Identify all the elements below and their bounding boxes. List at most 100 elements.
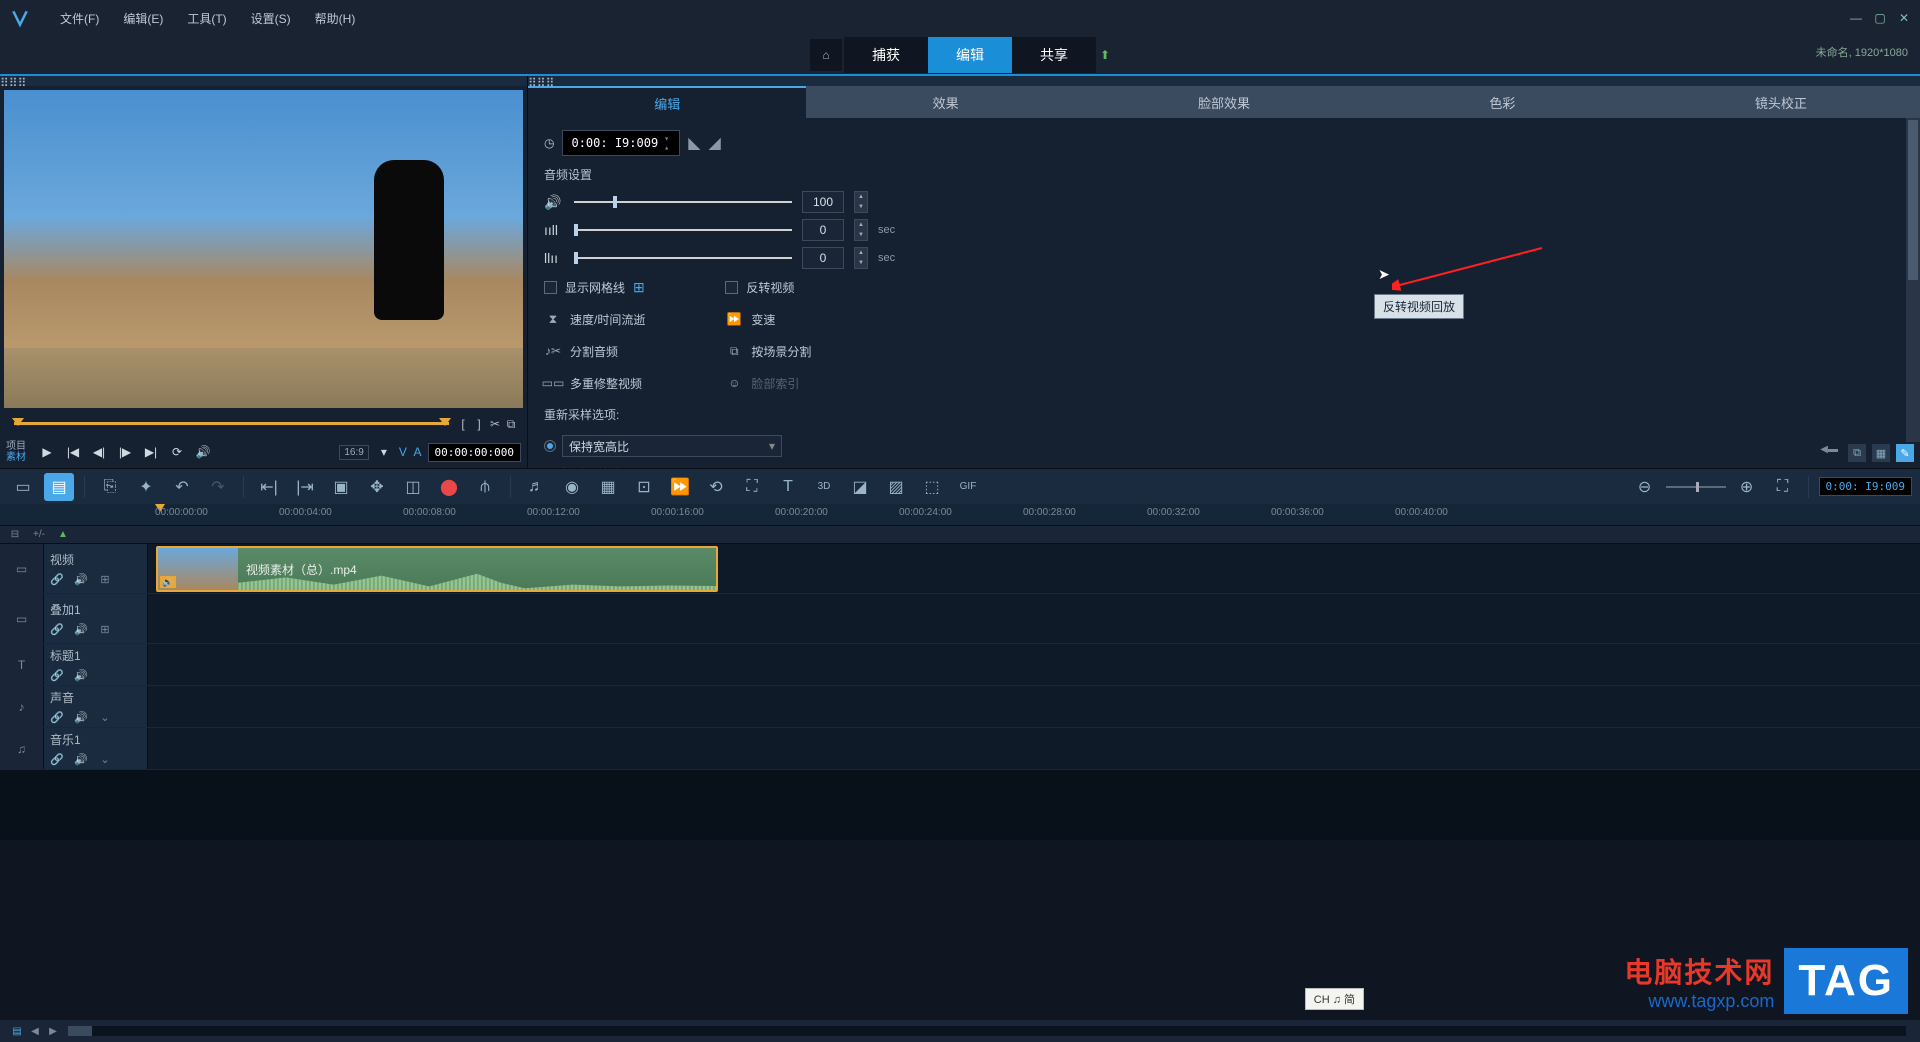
mark-in-button[interactable]: [ [455,416,471,432]
tool-record[interactable]: ⬤ [434,473,464,501]
tool-track-transp[interactable]: ▦ [593,473,623,501]
expand-left-icon[interactable]: ◀▬ [1820,444,1838,462]
track-link-icon[interactable]: 🔗 [50,622,64,636]
track-icon-title[interactable]: T [0,644,44,685]
menu-settings[interactable]: 设置(S) [239,10,303,27]
keep-aspect-dropdown[interactable]: 保持宽高比 [562,435,782,457]
menu-help[interactable]: 帮助(H) [303,10,368,27]
volume-slider[interactable] [574,201,792,203]
track-collapse[interactable]: +/- [32,528,46,542]
tool-pip[interactable]: ⊡ [629,473,659,501]
track-toggle-all[interactable]: ⊟ [8,528,22,542]
label-project[interactable]: 项目 [6,441,26,452]
track-link-icon[interactable]: 🔗 [50,668,64,682]
tool-chroma[interactable]: ▨ [881,473,911,501]
tool-motion[interactable]: ◉ [557,473,587,501]
next-frame-button[interactable]: |▶ [114,441,136,463]
track-icon-overlay[interactable]: ▭ [0,594,44,643]
fade-out-slider[interactable] [574,257,792,259]
tool-transition[interactable]: ⬚ [917,473,947,501]
scrub-track[interactable] [14,422,449,426]
zoom-out-button[interactable]: ⊖ [1630,473,1660,501]
panel-icon-1[interactable]: ⧉ [1848,444,1866,462]
tool-trim-right[interactable]: |⇥ [290,473,320,501]
mark-out-button[interactable]: ] [471,416,487,432]
footer-tracks-button[interactable]: ▤ [8,1024,26,1038]
track-link-icon[interactable]: 🔗 [50,710,64,724]
tool-redo[interactable]: ↷ [203,473,233,501]
menu-file[interactable]: 文件(F) [48,10,111,27]
resize-dropdown[interactable]: ▾ [373,441,395,463]
track-expand-icon[interactable]: ⌄ [98,752,112,766]
fade-in-slider[interactable] [574,229,792,231]
track-content-sound[interactable] [148,686,1920,727]
reverse-video-option[interactable]: 反转视频 [725,279,811,296]
preview-viewport[interactable] [4,90,523,408]
panel-grip[interactable]: ⠿⠿⠿ [0,76,527,86]
minimize-button[interactable]: — [1848,10,1864,26]
pan-zoom-radio[interactable] [544,468,556,469]
show-grid-option[interactable]: 显示网格线 ⊞ [544,279,645,296]
volume-button[interactable]: 🔊 [192,441,214,463]
tool-gif[interactable]: GIF [953,473,983,501]
go-end-button[interactable]: ▶| [140,441,162,463]
tool-mixer[interactable]: ⫛ [470,473,500,501]
preview-source-labels[interactable]: 项目 素材 [6,441,26,463]
track-lock-icon[interactable]: ⊞ [98,622,112,636]
tool-settings[interactable]: ✦ [131,473,161,501]
video-clip[interactable]: 视频素材（总）.mp4 🔊 [156,546,718,592]
footer-scroll-left[interactable]: ◀ [26,1024,44,1038]
tab-color[interactable]: 色彩 [1363,86,1641,118]
tool-3d[interactable]: 3D [809,473,839,501]
track-icon-video[interactable]: ▭ [0,544,44,593]
track-lock-icon[interactable]: ⊞ [98,572,112,586]
storyboard-view-button[interactable]: ▭ [8,473,38,501]
tab-effect[interactable]: 效果 [806,86,1084,118]
menu-tools[interactable]: 工具(T) [175,10,238,27]
horizontal-scrollbar[interactable] [68,1026,1906,1036]
track-marker[interactable]: ▲ [56,528,70,542]
tool-auto-music[interactable]: ♬ [521,473,551,501]
flag-fade-out-icon[interactable]: ◢ [709,133,721,153]
tool-select[interactable]: ▣ [326,473,356,501]
go-start-button[interactable]: |◀ [62,441,84,463]
panel-icon-2[interactable]: ▦ [1872,444,1890,462]
track-link-icon[interactable]: 🔗 [50,572,64,586]
preview-timecode[interactable]: 00:00:00:000 [428,443,521,462]
tool-rotate[interactable]: ⟲ [701,473,731,501]
upload-icon[interactable]: ⬆ [1100,48,1110,62]
pan-zoom-row[interactable]: 摇动和缩放 [544,465,1904,468]
track-content-overlay[interactable] [148,594,1920,643]
clip-timecode-input[interactable]: 0:00: I9:009 [562,130,680,156]
aspect-ratio-button[interactable]: 16:9 [339,445,368,460]
tool-move[interactable]: ✥ [362,473,392,501]
fit-timeline-button[interactable]: ⛶ [1768,473,1798,501]
tab-face[interactable]: 脸部效果 [1085,86,1363,118]
volume-value[interactable]: 100 [802,191,844,213]
tool-speed[interactable]: ⏩ [665,473,695,501]
panel-grip[interactable]: ⠿⠿⠿ [528,76,1920,86]
track-content-music[interactable] [148,728,1920,769]
fade-in-value[interactable]: 0 [802,219,844,241]
track-content-title[interactable] [148,644,1920,685]
keep-aspect-row[interactable]: 保持宽高比 [544,431,1904,461]
maximize-button[interactable]: ▢ [1872,10,1888,26]
tool-trim-left[interactable]: ⇤| [254,473,284,501]
tab-edit[interactable]: 编辑 [528,86,806,118]
track-mute-icon[interactable]: 🔊 [74,752,88,766]
menu-edit[interactable]: 编辑(E) [111,10,175,27]
va-toggle[interactable]: V A [399,445,424,459]
tracks-empty-space[interactable] [0,770,1920,840]
speed-change-option[interactable]: ⏩ 变速 [725,310,811,328]
track-icon-music[interactable]: ♫ [0,728,44,769]
split-audio-option[interactable]: ♪✂ 分割音频 [544,342,645,360]
track-content-video[interactable]: 视频素材（总）.mp4 🔊 [148,544,1920,593]
track-mute-icon[interactable]: 🔊 [74,622,88,636]
track-link-icon[interactable]: 🔗 [50,752,64,766]
close-button[interactable]: ✕ [1896,10,1912,26]
scene-split-option[interactable]: ⧉ 按场景分割 [725,342,811,360]
show-grid-checkbox[interactable] [544,281,557,294]
multi-trim-option[interactable]: ▭▭ 多重修整视频 [544,374,645,392]
tool-scan[interactable]: ⛶ [737,473,767,501]
panel-icon-3[interactable]: ✎ [1896,444,1914,462]
